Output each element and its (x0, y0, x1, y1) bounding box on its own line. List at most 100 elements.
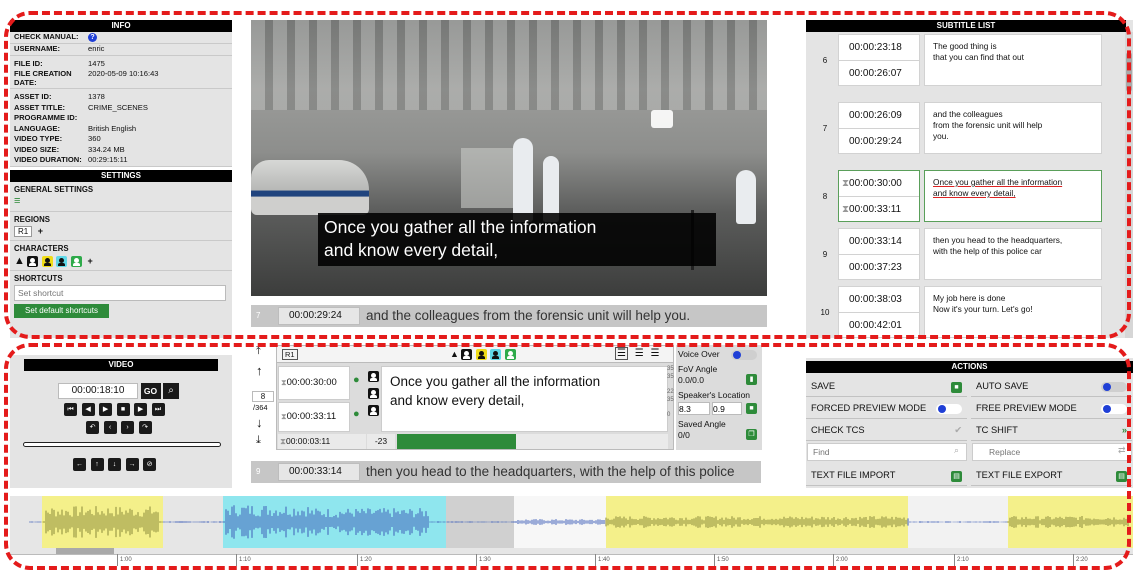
subtitle-tc-in[interactable]: 00:00:38:03 (839, 287, 919, 313)
previous-subtitle-strip[interactable]: 7 00:00:29:24 and the colleagues from th… (251, 305, 767, 327)
next-subtitle-icon[interactable]: ↓ (256, 415, 263, 430)
set-default-shortcuts-button[interactable]: Set default shortcuts (14, 304, 109, 319)
person-icon[interactable]: ▲ (14, 255, 25, 267)
subtitle-list-item[interactable]: 10 00:00:38:03 00:00:42:01 My job here is d… (814, 286, 1108, 339)
rewind-icon[interactable]: ↶ (86, 421, 99, 434)
subtitle-list-item[interactable]: 6 00:00:23:18 00:00:26:07 The good thing is… (814, 34, 1108, 87)
subtitle-tc-out[interactable]: 00:00:29:24 (839, 129, 919, 155)
go-button[interactable]: GO (140, 383, 161, 399)
subtitle-tc-out[interactable]: ⧗00:00:33:11 (839, 197, 919, 223)
shortcut-input[interactable] (14, 285, 226, 302)
help-icon[interactable]: ? (88, 33, 97, 42)
progress-slider[interactable] (23, 442, 221, 447)
next-subtitle-strip[interactable]: 9 00:00:33:14 then you head to the headq… (251, 461, 761, 483)
play-icon[interactable]: ▶ (99, 403, 113, 416)
split-icon[interactable]: ↳ (771, 370, 781, 384)
subtitle-tc-in[interactable]: 00:00:26:09 (839, 103, 919, 129)
subtitle-tc-in[interactable]: 00:00:23:18 (839, 35, 919, 61)
add-character-icon[interactable]: + (87, 256, 92, 266)
subtitle-timecodes[interactable]: 00:00:33:14 00:00:37:23 (838, 228, 920, 280)
subtitle-tc-in[interactable]: 00:00:33:14 (839, 229, 919, 255)
character-chip-cyan[interactable] (490, 349, 502, 361)
region-selector[interactable]: R1 (282, 349, 298, 360)
region-chip-r1[interactable]: R1 (14, 226, 33, 237)
character-chip-line-1[interactable] (368, 371, 379, 383)
previous-subtitle-icon[interactable]: ↑ (256, 363, 263, 378)
add-subtitle-icon[interactable]: + (769, 342, 777, 358)
arrow-down-icon[interactable]: ↓ (108, 458, 122, 471)
subtitle-index[interactable]: 8 (252, 391, 274, 402)
tc-shift-button[interactable]: TC SHIFT» (971, 420, 1132, 441)
step-forward-icon[interactable]: › (121, 421, 135, 434)
subtitle-list-item[interactable]: 7 00:00:26:09 00:00:29:24 and the colleague… (814, 102, 1108, 155)
subtitle-timecodes[interactable]: 00:00:23:18 00:00:26:07 (838, 34, 920, 86)
search-icon[interactable]: ⌕ (163, 383, 180, 399)
subtitle-list-item[interactable]: 8 ⧗00:00:30:00 ⧗00:00:33:11 Once you gather… (814, 170, 1108, 223)
copy-angle-icon[interactable]: ❐ (746, 429, 757, 440)
auto-save-toggle-row[interactable]: AUTO SAVE (971, 376, 1132, 397)
fov-chart-icon[interactable]: ▮ (746, 374, 757, 385)
previous-frame-icon[interactable]: ◀ (81, 403, 95, 416)
text-file-export-button[interactable]: TEXT FILE EXPORT ▤ (971, 465, 1132, 486)
subtitle-list-item[interactable]: 9 00:00:33:14 00:00:37:23 then you head to … (814, 228, 1108, 281)
video-player[interactable]: Once you gather all the information and … (251, 20, 767, 296)
step-back-icon[interactable]: ‹ (103, 421, 117, 434)
time-input[interactable]: 00:00:18:10 (58, 383, 138, 399)
align-left-icon[interactable]: ☰ (615, 347, 628, 360)
subtitle-timecodes[interactable]: 00:00:38:03 00:00:42:01 (838, 286, 920, 338)
timer-out-icon[interactable]: ● (353, 408, 360, 420)
auto-save-toggle[interactable] (1101, 381, 1127, 392)
check-tcs-button[interactable]: CHECK TCS ✔ (806, 420, 967, 441)
skip-end-icon[interactable]: ⏭ (151, 403, 165, 416)
first-subtitle-icon[interactable]: ⤒ (256, 345, 261, 358)
forced-preview-row[interactable]: FORCED PREVIEW MODE (806, 398, 967, 419)
subtitle-tc-out[interactable]: 00:00:42:01 (839, 313, 919, 339)
free-preview-row[interactable]: FREE PREVIEW MODE (971, 398, 1132, 419)
character-chip-line-2[interactable] (368, 388, 379, 400)
subtitle-text[interactable]: The good thing is that you can find that … (924, 34, 1102, 86)
person-icon[interactable]: ▲ (450, 349, 459, 359)
last-subtitle-icon[interactable]: ⤓ (256, 434, 261, 447)
subtitle-tc-out[interactable]: 00:00:26:07 (839, 61, 919, 87)
replace-input[interactable] (972, 443, 1132, 461)
merge-icon[interactable]: ⤴ (771, 403, 783, 420)
speaker-y-input[interactable] (712, 402, 742, 415)
subtitle-text-area[interactable]: Once you gather all the information and … (381, 366, 668, 432)
subtitle-text[interactable]: and the colleagues from the forensic unit… (924, 102, 1102, 154)
character-chip-yellow[interactable] (41, 256, 53, 268)
subtitle-timecodes[interactable]: 00:00:26:09 00:00:29:24 (838, 102, 920, 154)
free-preview-toggle[interactable] (1101, 403, 1127, 414)
tc-in-field[interactable]: ⧗00:00:30:00 (278, 366, 350, 400)
arrow-left-icon[interactable]: ← (73, 458, 86, 471)
waveform-timeline[interactable]: 1:00 1:10 1:20 1:30 1:40 1:50 2:00 2:10 2:20 (10, 496, 1133, 566)
align-right-icon[interactable]: ☰ (651, 348, 660, 359)
character-chip-green[interactable] (70, 256, 82, 268)
replace-icon[interactable]: ⇄ (1118, 445, 1126, 456)
speaker-x-input[interactable] (678, 402, 710, 415)
voice-over-toggle[interactable] (731, 350, 757, 360)
align-center-icon[interactable]: ☰ (635, 348, 644, 359)
scrollbar[interactable] (1125, 32, 1133, 338)
insert-subtitle-icon[interactable]: + (769, 430, 777, 446)
stop-icon[interactable]: ■ (116, 403, 130, 416)
text-file-import-button[interactable]: TEXT FILE IMPORT ▤ (806, 465, 967, 486)
arrow-up-icon[interactable]: ↑ (90, 458, 104, 471)
reset-view-icon[interactable]: ⊘ (143, 458, 157, 471)
find-input[interactable] (807, 443, 967, 461)
save-location-icon[interactable]: ■ (746, 403, 757, 414)
character-chip-green[interactable] (504, 349, 516, 361)
save-button[interactable]: SAVE ■ (806, 376, 967, 397)
add-region-icon[interactable]: + (38, 226, 43, 236)
arrow-right-icon[interactable]: → (125, 458, 139, 471)
search-icon[interactable]: ⌕ (954, 445, 959, 456)
menu-icon[interactable]: ≡ (10, 195, 232, 211)
next-frame-icon[interactable]: ▶ (134, 403, 148, 416)
subtitle-tc-out[interactable]: 00:00:37:23 (839, 255, 919, 281)
forward-icon[interactable]: ↷ (138, 421, 152, 434)
subtitle-tc-in[interactable]: ⧗00:00:30:00 (839, 171, 919, 197)
subtitle-text[interactable]: then you head to the headquarters, with t… (924, 228, 1102, 280)
timer-in-icon[interactable]: ● (353, 374, 360, 386)
character-chip-cyan[interactable] (56, 256, 68, 268)
subtitle-timecodes[interactable]: ⧗00:00:30:00 ⧗00:00:33:11 (838, 170, 920, 222)
subtitle-text[interactable]: Once you gather all the information and k… (924, 170, 1102, 222)
